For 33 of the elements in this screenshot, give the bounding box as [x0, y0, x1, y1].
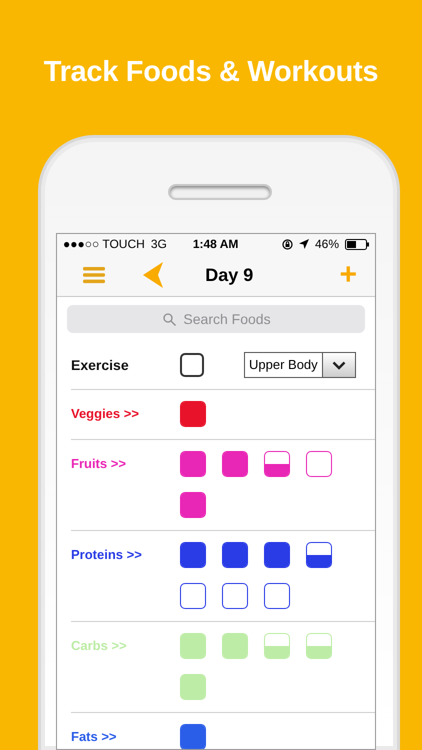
- network-label: 3G: [150, 237, 167, 251]
- search-field[interactable]: Search Foods: [67, 305, 365, 333]
- chevron-down-icon: [332, 360, 346, 370]
- serving-box[interactable]: [222, 451, 248, 477]
- carrier-label: ●●●○○ TOUCH: [63, 237, 145, 251]
- battery-icon: [345, 238, 369, 250]
- serving-box[interactable]: [222, 542, 248, 568]
- serving-box[interactable]: [180, 583, 206, 609]
- headline: Track Foods & Workouts: [42, 55, 380, 84]
- serving-box[interactable]: [264, 451, 290, 477]
- serving-box[interactable]: [180, 451, 206, 477]
- category-link[interactable]: Proteins >>: [71, 542, 180, 562]
- exercise-label: Exercise: [71, 358, 130, 372]
- nav-title: Day 9: [204, 264, 254, 286]
- serving-box[interactable]: [264, 542, 290, 568]
- category-link[interactable]: Fruits >>: [71, 451, 180, 471]
- serving-box[interactable]: [222, 583, 248, 609]
- serving-box[interactable]: [264, 583, 290, 609]
- serving-box[interactable]: [306, 542, 332, 568]
- menu-icon[interactable]: [83, 266, 105, 284]
- serving-box[interactable]: [180, 492, 206, 518]
- serving-box[interactable]: [180, 401, 206, 427]
- exercise-checkbox[interactable]: [180, 353, 204, 377]
- serving-box[interactable]: [306, 451, 332, 477]
- rotation-lock-icon: [282, 238, 293, 250]
- serving-box[interactable]: [180, 724, 206, 749]
- clock: 1:48 AM: [192, 237, 238, 251]
- serving-box[interactable]: [180, 542, 206, 568]
- workout-dropdown[interactable]: Upper Body: [244, 352, 356, 378]
- category-link[interactable]: Veggies >>: [71, 401, 180, 421]
- category-link[interactable]: Fats >>: [71, 724, 180, 744]
- location-icon: [298, 239, 309, 249]
- battery-percent: 46%: [314, 237, 339, 251]
